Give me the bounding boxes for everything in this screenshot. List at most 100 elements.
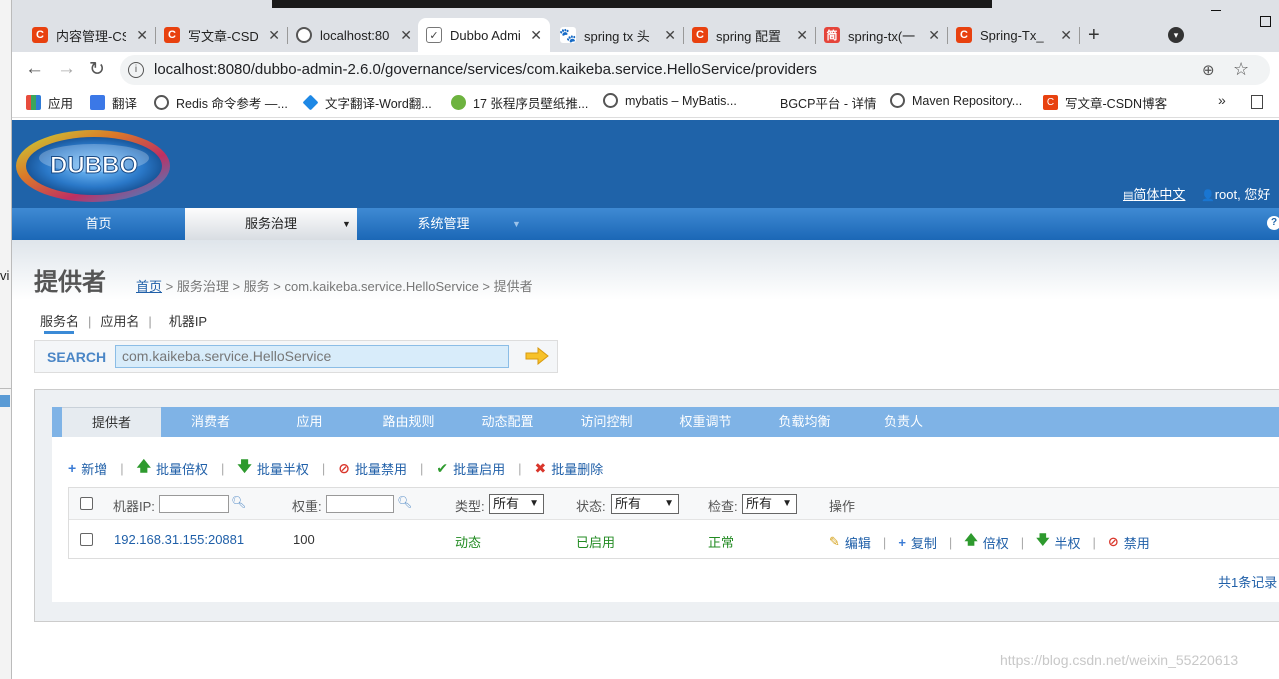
search-tab-ip[interactable]: 机器IP (169, 314, 207, 329)
bookmark-label: BGCP平台 - 详情 (780, 97, 877, 111)
globe-icon (890, 93, 905, 108)
browser-tab[interactable]: Cspring 配置 ✕ (684, 18, 816, 52)
green-icon (451, 95, 466, 110)
maximize-icon[interactable] (1260, 16, 1271, 27)
bookmarks-overflow-icon[interactable]: » (1218, 92, 1226, 108)
action-label: 批量半权 (256, 461, 309, 477)
search-tab-service[interactable]: 服务名 (40, 314, 79, 329)
bookmark-item[interactable]: 应用 (26, 93, 73, 112)
batch-action-button-3[interactable]: ⊘ 批量禁用 (338, 459, 407, 478)
close-tab-icon[interactable]: ✕ (530, 27, 542, 44)
row-action-button-4[interactable]: ⊘ 禁用 (1108, 533, 1150, 552)
close-tab-icon[interactable]: ✕ (796, 27, 808, 44)
language-label[interactable]: 简体中文 (1133, 187, 1185, 202)
select-all-checkbox[interactable] (80, 497, 93, 510)
browser-tab[interactable]: C Spring-Tx_ ✕ (948, 18, 1080, 52)
zoom-icon[interactable]: ⊕ (1202, 61, 1215, 79)
forward-icon[interactable]: → (57, 58, 76, 80)
bookmark-star-icon[interactable]: ☆ (1233, 59, 1249, 80)
close-tab-icon[interactable]: ✕ (928, 27, 940, 44)
background-divider (0, 388, 12, 389)
search-tab-application[interactable]: 应用名 (100, 314, 139, 329)
close-tab-icon[interactable]: ✕ (664, 27, 676, 44)
tab-title: Dubbo Admin (450, 27, 520, 43)
bookmark-item[interactable]: BGCP平台 - 详情 (758, 93, 877, 112)
breadcrumb: 首页 > 服务治理 > 服务 > com.kaikeba.service.Hel… (136, 276, 533, 295)
row-action-button-3[interactable]: 🡇 半权 (1036, 531, 1080, 553)
check-filter-select[interactable]: 所有 ▼ (742, 494, 797, 514)
tab-search-icon[interactable]: ▾ (1168, 27, 1184, 43)
tab-title: spring tx 头 (584, 28, 650, 44)
close-tab-icon[interactable]: ✕ (268, 27, 280, 44)
search-icon[interactable]: 🔍︎ (397, 495, 412, 509)
site-info-icon[interactable]: i (128, 62, 144, 78)
bookmark-item[interactable]: Redis 命令参考 —... (154, 93, 288, 112)
tab-6[interactable]: 权重调节 (656, 407, 755, 437)
browser-tab[interactable]: 🐾 spring tx 头 ✕ (552, 18, 684, 52)
bookmark-item[interactable]: 17 张程序员壁纸推... (451, 93, 588, 112)
tab-7[interactable]: 负载均衡 (755, 407, 854, 437)
language-switch[interactable]: ▤简体中文 (1123, 184, 1185, 203)
type-filter-value: 所有 (493, 496, 520, 511)
menu-services[interactable]: 服务治理 (185, 208, 357, 240)
row-action-button-2[interactable]: 🡅 倍权 (964, 531, 1008, 553)
weight-filter-input[interactable] (326, 495, 394, 513)
reading-list-icon[interactable] (1251, 95, 1263, 109)
search-input[interactable]: com.kaikeba.service.HelloService (115, 345, 509, 368)
menu-system[interactable]: 系统管理 (357, 208, 530, 240)
favicon-icon: C (692, 27, 708, 43)
action-separator: | (419, 460, 424, 476)
batch-action-button-0[interactable]: + 新增 (68, 459, 107, 478)
bookmark-label: 应用 (48, 97, 74, 111)
bookmark-item[interactable]: 文字翻译-Word翻... (302, 93, 432, 112)
minimize-icon[interactable] (1211, 10, 1221, 11)
bookmark-item[interactable]: mybatis – MyBatis... (603, 93, 737, 108)
provider-ip-link[interactable]: 192.168.31.155:20881 (114, 532, 244, 547)
tab-1[interactable]: 消费者 (161, 407, 260, 437)
batch-action-button-4[interactable]: ✔ 批量启用 (436, 459, 505, 478)
user-greeting: 👤root, 您好 (1201, 184, 1270, 203)
help-icon[interactable]: ? (1267, 216, 1279, 230)
bookmark-item[interactable]: C 写文章-CSDN博客 (1043, 93, 1167, 112)
close-tab-icon[interactable]: ✕ (1060, 27, 1072, 44)
row-checkbox[interactable] (80, 533, 93, 546)
bookmark-item[interactable]: 翻译 (90, 93, 137, 112)
browser-tab[interactable]: ✓ Dubbo Admin ✕ (418, 18, 550, 52)
tab-3[interactable]: 路由规则 (359, 407, 458, 437)
action-label: 倍权 (982, 535, 1009, 551)
translate-icon (90, 95, 105, 110)
status-filter-select[interactable]: 所有 ▼ (611, 494, 679, 514)
reload-icon[interactable]: ↻ (89, 58, 105, 81)
bookmark-item[interactable]: Maven Repository... (890, 93, 1022, 108)
action-icon: ⊘ (338, 459, 350, 476)
batch-action-button-1[interactable]: 🡅 批量倍权 (137, 456, 208, 480)
tab-4[interactable]: 动态配置 (458, 407, 557, 437)
weight-header: 权重: (292, 499, 322, 514)
provider-status: 已启用 (576, 535, 616, 550)
search-arrow-icon[interactable] (525, 347, 549, 365)
url-text[interactable]: localhost:8080/dubbo-admin-2.6.0/governa… (154, 61, 817, 78)
browser-tab[interactable]: 简 spring-tx(一 ✕ (816, 18, 948, 52)
ip-filter-input[interactable] (159, 495, 229, 513)
breadcrumb-home-link[interactable]: 首页 (136, 279, 162, 294)
row-action-button-0[interactable]: ✎ 编辑 (829, 533, 871, 552)
row-action-button-1[interactable]: + 复制 (898, 533, 937, 552)
bookmark-label: 翻译 (112, 97, 138, 111)
tab-5[interactable]: 访问控制 (557, 407, 656, 437)
batch-action-button-5[interactable]: ✖ 批量删除 (535, 459, 604, 478)
browser-tab[interactable]: localhost:8080 ✕ (288, 18, 420, 52)
tab-0[interactable]: 提供者 (62, 407, 161, 437)
tab-2[interactable]: 应用 (260, 407, 359, 437)
chevron-down-icon: ▼ (512, 219, 521, 229)
batch-action-button-2[interactable]: 🡇 批量半权 (237, 456, 308, 480)
new-tab-button[interactable]: + (1088, 24, 1100, 47)
tab-8[interactable]: 负责人 (854, 407, 953, 437)
close-tab-icon[interactable]: ✕ (400, 27, 412, 44)
search-icon[interactable]: 🔍︎ (231, 495, 246, 509)
back-icon[interactable]: ← (25, 58, 44, 80)
menu-home[interactable]: 首页 (12, 208, 185, 240)
browser-tab[interactable]: C 写文章-CSDN博客 ✕ (156, 18, 288, 52)
close-tab-icon[interactable]: ✕ (136, 27, 148, 44)
type-filter-select[interactable]: 所有 ▼ (489, 494, 544, 514)
browser-tab[interactable]: C 内容管理-CSDN ✕ (24, 18, 156, 52)
